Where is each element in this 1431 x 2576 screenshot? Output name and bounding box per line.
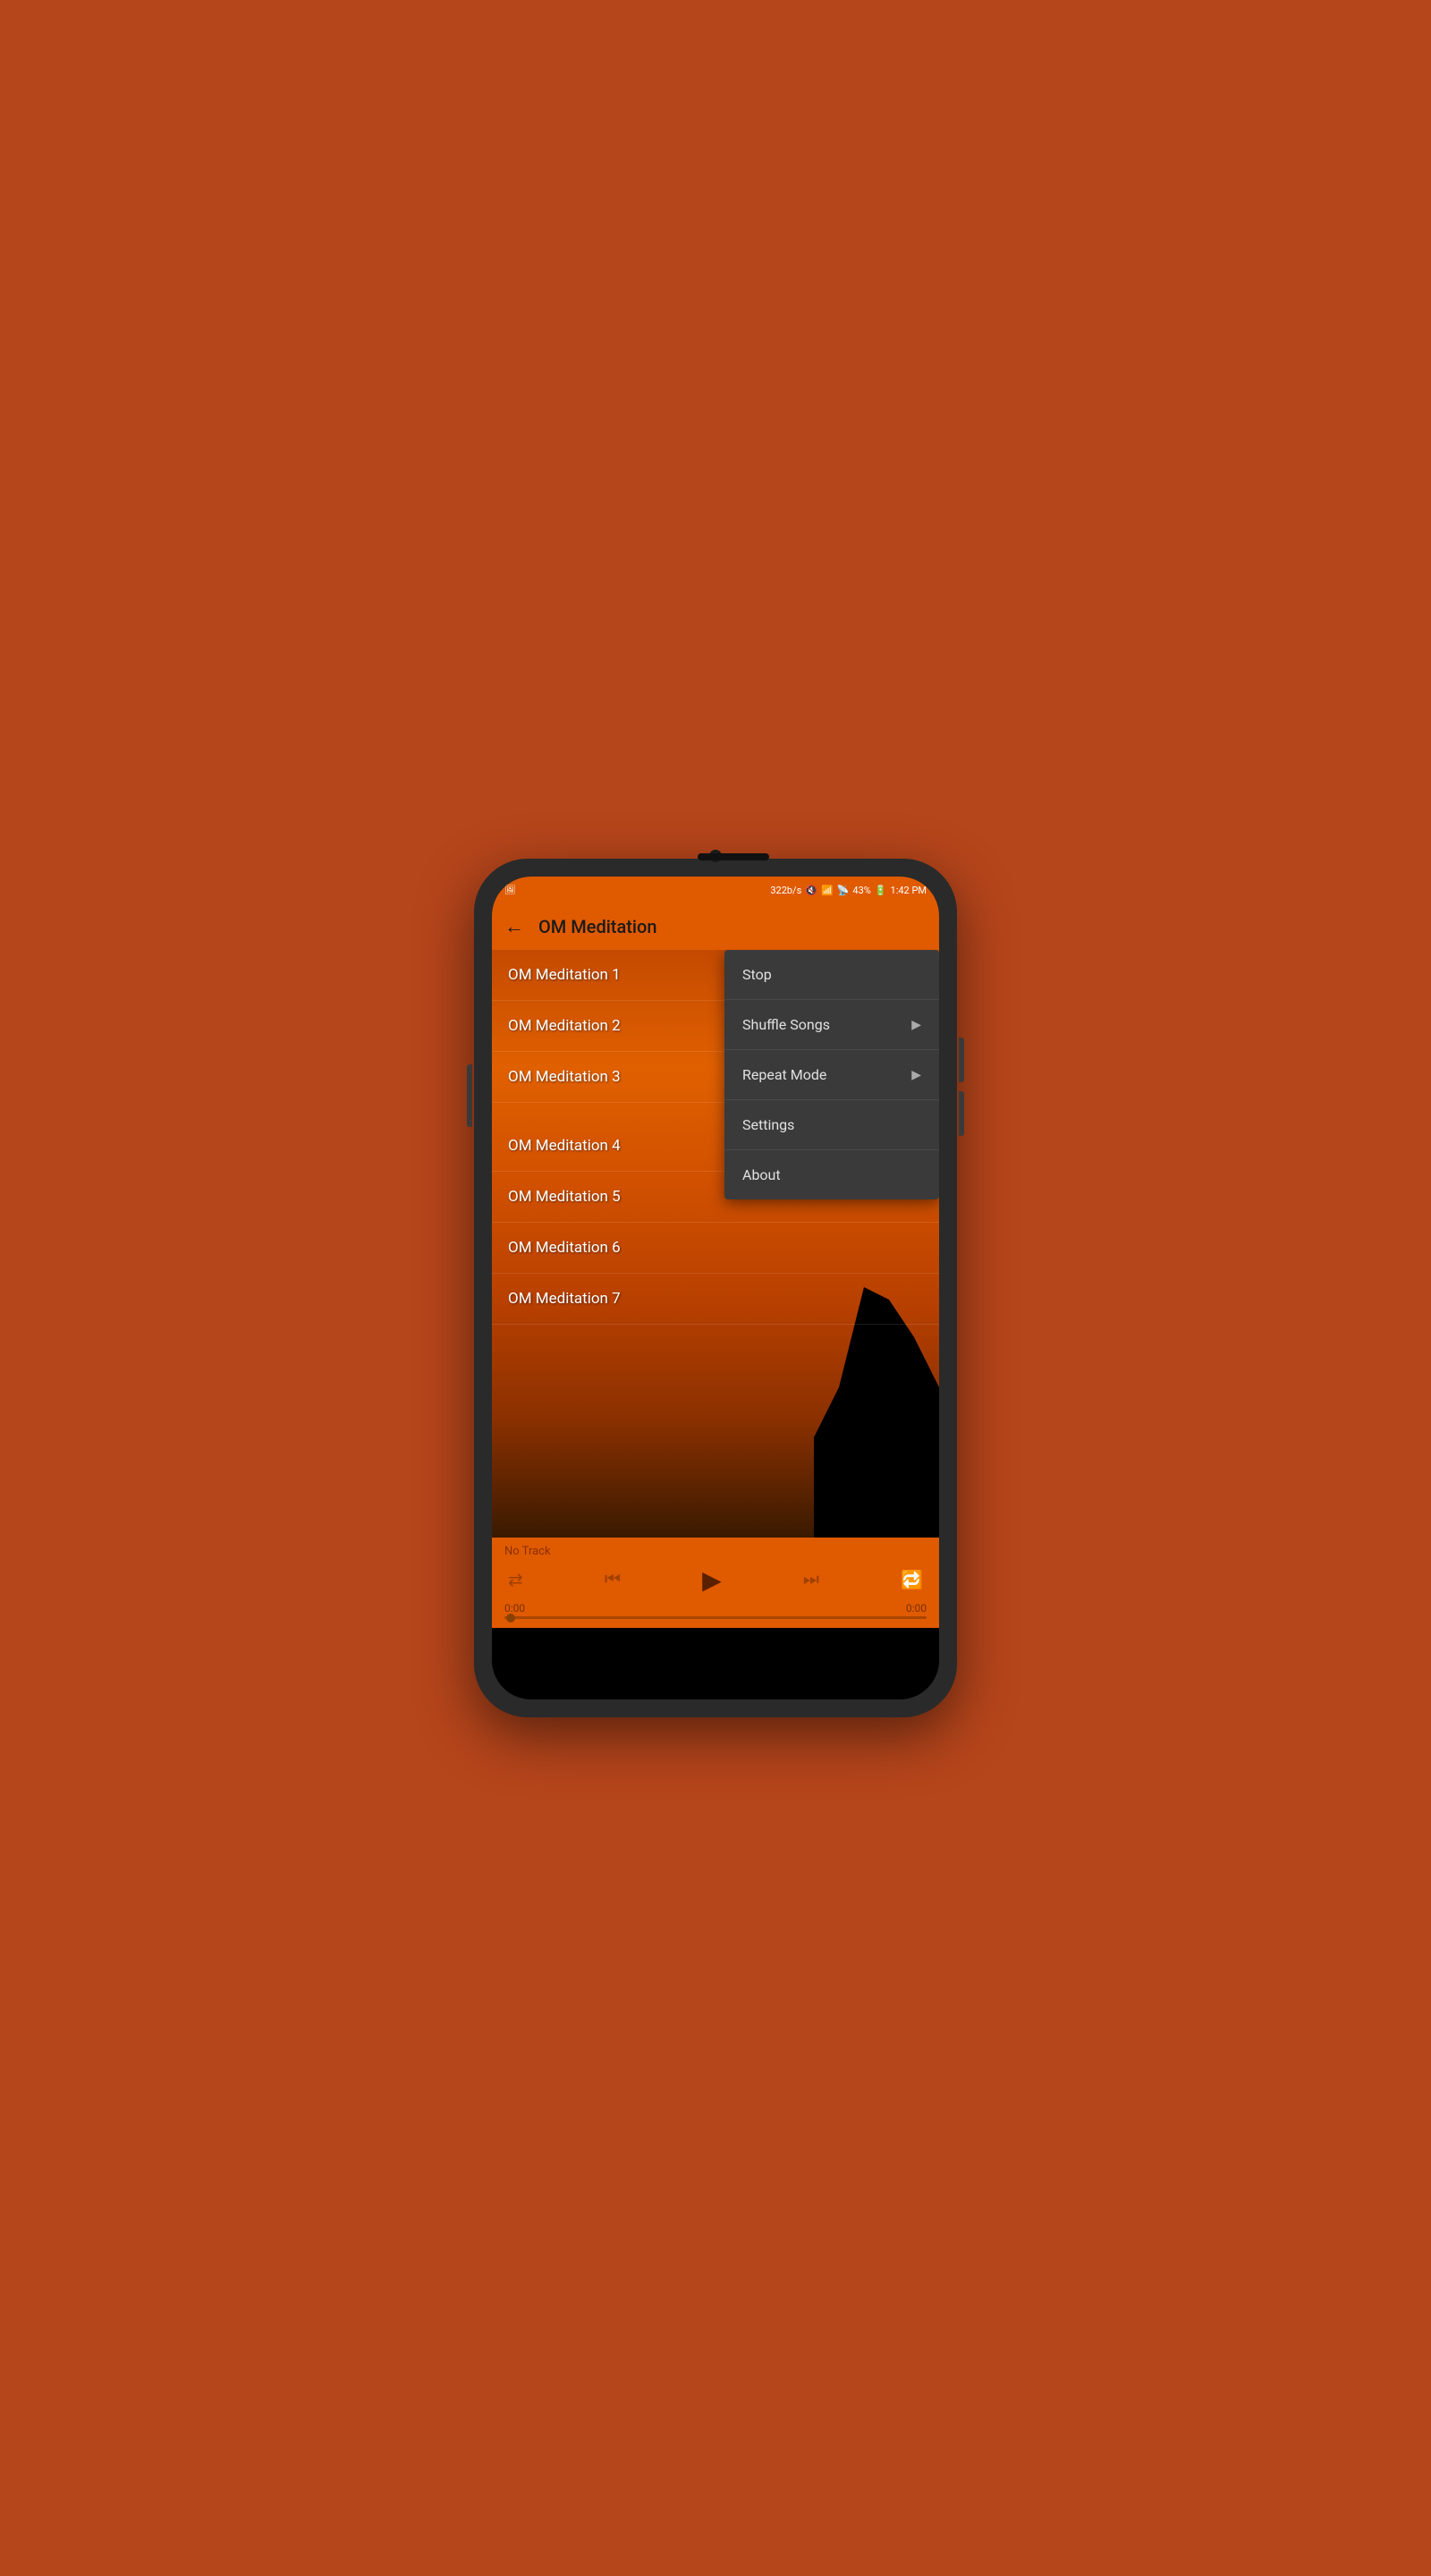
- context-menu: Stop Shuffle Songs ▶ Repeat Mode ▶ Setti…: [724, 950, 939, 1199]
- time-end: 0:00: [906, 1602, 927, 1614]
- repeat-button[interactable]: 🔁: [897, 1565, 927, 1595]
- repeat-arrow-icon: ▶: [911, 1068, 921, 1082]
- signal-icon: 📡: [837, 885, 850, 896]
- menu-item-shuffle[interactable]: Shuffle Songs ▶: [724, 1000, 939, 1050]
- song-label-5: OM Meditation 5: [508, 1188, 621, 1206]
- shuffle-button[interactable]: ⇄: [504, 1565, 527, 1595]
- progress-dot: [506, 1614, 515, 1623]
- next-button[interactable]: ⏭: [800, 1566, 823, 1594]
- phone-device: 🖼 322b/s 🔇 📶 📡 43% 🔋 1:42 PM ← OM Medita…: [474, 859, 957, 1717]
- song-label-1: OM Meditation 1: [508, 966, 621, 984]
- mute-icon: 🔇: [805, 885, 817, 896]
- network-speed: 322b/s: [770, 885, 801, 896]
- song-item-6[interactable]: OM Meditation 6: [492, 1223, 939, 1274]
- song-label-6: OM Meditation 6: [508, 1239, 621, 1257]
- menu-item-stop[interactable]: Stop: [724, 950, 939, 1000]
- menu-shuffle-label: Shuffle Songs: [742, 1016, 830, 1033]
- volume-down-button[interactable]: [959, 1091, 964, 1136]
- song-label-7: OM Meditation 7: [508, 1290, 621, 1308]
- bottom-area: [492, 1628, 939, 1699]
- menu-item-repeat[interactable]: Repeat Mode ▶: [724, 1050, 939, 1100]
- progress-bar[interactable]: [504, 1616, 927, 1619]
- status-right: 322b/s 🔇 📶 📡 43% 🔋 1:42 PM: [770, 885, 927, 896]
- menu-stop-label: Stop: [742, 966, 772, 983]
- song-label-4: OM Meditation 4: [508, 1137, 621, 1155]
- back-button[interactable]: ←: [504, 915, 524, 938]
- volume-up-button[interactable]: [959, 1038, 964, 1082]
- wifi-icon: 📶: [821, 885, 834, 896]
- play-button[interactable]: ▶: [699, 1562, 725, 1598]
- app-title: OM Meditation: [538, 916, 927, 937]
- time-row: 0:00 0:00: [504, 1602, 927, 1614]
- app-header: ← OM Meditation: [492, 903, 939, 950]
- power-button[interactable]: [467, 1064, 472, 1127]
- time-start: 0:00: [504, 1602, 525, 1614]
- speaker: [698, 853, 769, 860]
- content-area: ॐ OM Meditation 1 OM Meditation 2 OM Med…: [492, 950, 939, 1538]
- image-icon: 🖼: [504, 886, 516, 895]
- no-track-label: No Track: [504, 1545, 927, 1558]
- time-display: 1:42 PM: [891, 885, 927, 896]
- player-controls: ⇄ ⏮ ▶ ⏭ 🔁: [504, 1562, 927, 1598]
- status-bar: 🖼 322b/s 🔇 📶 📡 43% 🔋 1:42 PM: [492, 877, 939, 903]
- song-label-3: OM Meditation 3: [508, 1068, 621, 1086]
- menu-item-settings[interactable]: Settings: [724, 1100, 939, 1150]
- menu-about-label: About: [742, 1166, 781, 1183]
- song-label-2: OM Meditation 2: [508, 1017, 621, 1035]
- menu-item-about[interactable]: About: [724, 1150, 939, 1199]
- menu-repeat-label: Repeat Mode: [742, 1066, 826, 1083]
- shuffle-arrow-icon: ▶: [911, 1018, 921, 1032]
- song-item-7[interactable]: OM Meditation 7: [492, 1274, 939, 1325]
- battery-percent: 43%: [852, 885, 870, 896]
- status-left: 🖼: [504, 886, 516, 895]
- player-bar: No Track ⇄ ⏮ ▶ ⏭ 🔁 0:00 0:00: [492, 1538, 939, 1628]
- phone-screen: 🖼 322b/s 🔇 📶 📡 43% 🔋 1:42 PM ← OM Medita…: [492, 877, 939, 1699]
- battery-icon: 🔋: [875, 885, 887, 896]
- menu-settings-label: Settings: [742, 1116, 794, 1133]
- prev-button[interactable]: ⏮: [601, 1566, 624, 1594]
